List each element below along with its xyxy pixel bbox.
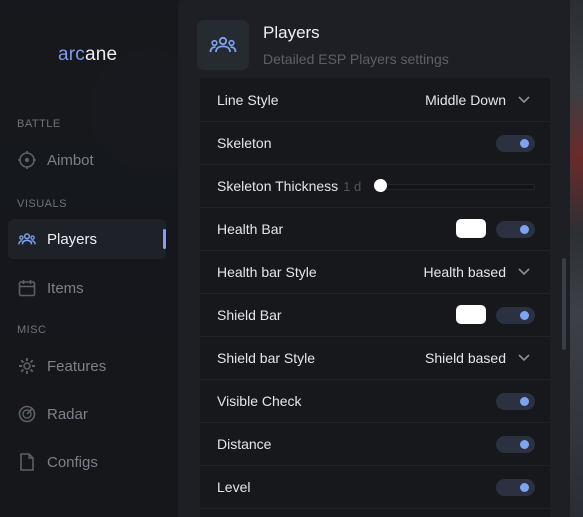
players-icon: [18, 230, 36, 248]
sidebar-item-label: Radar: [47, 405, 88, 423]
setting-row-line-style: Line Style Middle Down: [200, 78, 550, 122]
app-logo: arcane: [58, 44, 118, 65]
setting-label: Distance: [217, 436, 272, 452]
sidebar-item-label: Aimbot: [47, 151, 94, 169]
setting-label: Skeleton: [217, 135, 272, 151]
sidebar-item-label: Configs: [47, 453, 98, 471]
active-indicator: [163, 229, 166, 249]
dropdown-value: Middle Down: [425, 92, 506, 108]
sidebar-item-features[interactable]: Features: [8, 346, 166, 386]
settings-panel: Players Detailed ESP Players settings Li…: [178, 0, 570, 517]
setting-row-visible-check: Visible Check: [200, 379, 550, 423]
slider-track: [380, 184, 535, 190]
toggle-knob: [520, 397, 529, 406]
shield-bar-style-dropdown[interactable]: Shield based: [425, 349, 530, 367]
crosshair-icon: [18, 151, 36, 169]
chevron-down-icon: [518, 91, 530, 109]
toggle-knob: [520, 483, 529, 492]
sidebar-item-label: Features: [47, 357, 107, 375]
players-icon: [197, 20, 249, 70]
sidebar-item-players[interactable]: Players: [8, 219, 166, 259]
scrollbar[interactable]: [562, 258, 566, 350]
chevron-down-icon: [518, 349, 530, 367]
calendar-icon: [18, 279, 36, 297]
section-label-battle: BATTLE: [17, 118, 61, 130]
distance-toggle[interactable]: [496, 436, 535, 453]
setting-label: Skeleton Thickness 1 d: [217, 178, 362, 194]
toggle-knob: [520, 225, 529, 234]
dropdown-value: Health based: [423, 264, 506, 280]
sidebar-item-label: Players: [47, 230, 98, 248]
setting-row-distance: Distance: [200, 422, 550, 466]
health-bar-color-swatch[interactable]: [456, 219, 486, 238]
setting-row-skeleton: Skeleton: [200, 121, 550, 165]
gear-icon: [18, 357, 36, 375]
skeleton-toggle[interactable]: [496, 135, 535, 152]
setting-label: Shield bar Style: [217, 350, 316, 366]
sidebar: arcane BATTLE Aimbot VISUALS Players Ite…: [0, 0, 178, 517]
health-bar-style-dropdown[interactable]: Health based: [423, 263, 530, 281]
health-bar-toggle[interactable]: [496, 221, 535, 238]
setting-row-health-bar-style: Health bar Style Health based: [200, 250, 550, 294]
sidebar-item-items[interactable]: Items: [8, 268, 166, 308]
setting-row-shield-bar: Shield Bar: [200, 293, 550, 337]
slider-thumb[interactable]: [374, 179, 387, 192]
toggle-knob: [520, 139, 529, 148]
chevron-down-icon: [518, 263, 530, 281]
visible-check-toggle[interactable]: [496, 393, 535, 410]
sidebar-item-radar[interactable]: Radar: [8, 394, 166, 434]
shield-bar-color-swatch[interactable]: [456, 305, 486, 324]
file-icon: [18, 453, 36, 471]
setting-label: Health Bar: [217, 221, 284, 237]
settings-list: Line Style Middle Down Skeleton Skeleton…: [200, 78, 550, 517]
setting-row-shield-bar-style: Shield bar Style Shield based: [200, 336, 550, 380]
setting-label: Visible Check: [217, 393, 302, 409]
dropdown-value: Shield based: [425, 350, 506, 366]
radar-icon: [18, 405, 36, 423]
page-title: Players: [263, 23, 320, 42]
sidebar-item-label: Items: [47, 279, 84, 297]
line-style-dropdown[interactable]: Middle Down: [425, 91, 530, 109]
page-subtitle: Detailed ESP Players settings: [263, 51, 449, 67]
level-toggle[interactable]: [496, 479, 535, 496]
setting-value-hint: 1 d: [343, 179, 362, 194]
toggle-knob: [520, 440, 529, 449]
setting-label: Health bar Style: [217, 264, 317, 280]
section-label-misc: MISC: [17, 324, 47, 336]
setting-row-health-bar: Health Bar: [200, 207, 550, 251]
setting-label: Level: [217, 479, 251, 495]
sidebar-item-configs[interactable]: Configs: [8, 442, 166, 482]
background-edge: [569, 0, 583, 517]
setting-label: Line Style: [217, 92, 279, 108]
setting-row-level: Level: [200, 465, 550, 509]
skeleton-thickness-slider[interactable]: [374, 178, 535, 194]
setting-row-skeleton-thickness: Skeleton Thickness 1 d: [200, 164, 550, 208]
shield-bar-toggle[interactable]: [496, 307, 535, 324]
toggle-knob: [520, 311, 529, 320]
sidebar-item-aimbot[interactable]: Aimbot: [8, 140, 166, 180]
setting-label: Shield Bar: [217, 307, 282, 323]
section-label-visuals: VISUALS: [17, 198, 67, 210]
